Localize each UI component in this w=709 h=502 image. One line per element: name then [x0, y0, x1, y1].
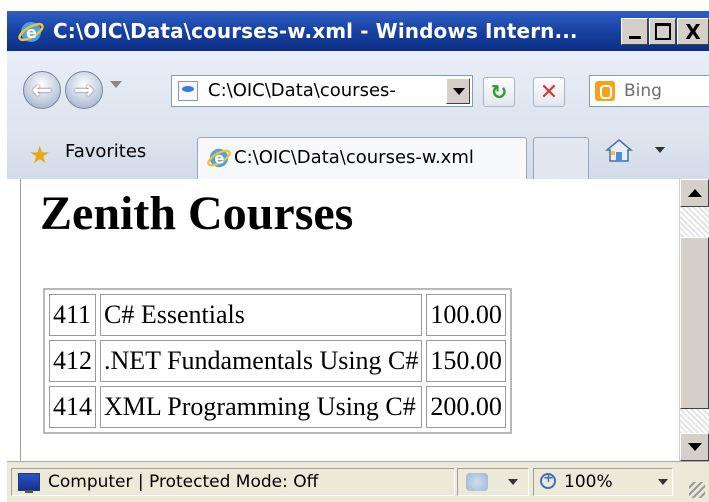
- zoom-icon: [540, 471, 556, 489]
- favorites-star-icon[interactable]: ★: [29, 141, 51, 169]
- minimize-button[interactable]: [621, 18, 648, 45]
- tab-courses[interactable]: e C:\OIC\Data\courses-w.xml: [197, 137, 527, 179]
- page-title: Zenith Courses: [40, 187, 354, 240]
- maximize-icon: [654, 23, 671, 40]
- zoom-control[interactable]: 100%: [533, 468, 673, 496]
- recent-pages-dropdown-icon[interactable]: [110, 81, 122, 88]
- navigation-bar: ← → C:\OIC\Data\courses- ↻ ✕ Bing: [7, 51, 709, 127]
- course-price: 150.00: [426, 340, 506, 382]
- course-price: 200.00: [426, 386, 506, 428]
- scroll-down-button[interactable]: [680, 433, 709, 461]
- table-row: 411 C# Essentials 100.00: [49, 294, 506, 336]
- zone-status-pane: Computer | Protected Mode: Off: [11, 468, 455, 496]
- table-row: 412 .NET Fundamentals Using C# 150.00: [49, 340, 506, 382]
- courses-table: 411 C# Essentials 100.00 412 .NET Fundam…: [43, 288, 512, 434]
- refresh-icon: ↻: [490, 80, 508, 104]
- minimize-icon: [628, 36, 641, 39]
- zoom-dropdown-icon[interactable]: [658, 479, 668, 485]
- search-box[interactable]: Bing: [589, 75, 709, 107]
- back-button[interactable]: ←: [23, 71, 61, 109]
- address-input[interactable]: C:\OIC\Data\courses-: [208, 80, 440, 101]
- ie-window: e C:\OIC\Data\courses-w.xml - Windows In…: [0, 0, 709, 502]
- tab-label: C:\OIC\Data\courses-w.xml: [234, 147, 474, 168]
- close-icon: X: [685, 19, 701, 44]
- course-price: 100.00: [426, 294, 506, 336]
- forward-button[interactable]: →: [65, 71, 103, 109]
- svg-text:e: e: [214, 151, 224, 168]
- scroll-thumb[interactable]: [680, 237, 709, 409]
- zone-status-text: Computer | Protected Mode: Off: [48, 472, 319, 492]
- page-icon: [178, 81, 198, 101]
- home-dropdown-icon[interactable]: [655, 147, 665, 153]
- address-dropdown-button[interactable]: [446, 78, 470, 104]
- new-tab-button[interactable]: [533, 137, 589, 179]
- home-icon[interactable]: [605, 137, 633, 163]
- favorites-bar: ★ Favorites e C:\OIC\Data\courses-w.xml: [7, 127, 709, 179]
- security-zone-icon: [466, 473, 488, 491]
- title-bar[interactable]: e C:\OIC\Data\courses-w.xml - Windows In…: [7, 11, 709, 51]
- window-title: C:\OIC\Data\courses-w.xml - Windows Inte…: [53, 19, 578, 43]
- course-name: XML Programming Using C#: [100, 386, 423, 428]
- address-bar[interactable]: C:\OIC\Data\courses-: [171, 75, 473, 107]
- computer-icon: [18, 473, 40, 493]
- scroll-up-button[interactable]: [680, 179, 709, 207]
- vertical-scrollbar[interactable]: [679, 179, 709, 461]
- refresh-button[interactable]: ↻: [483, 77, 515, 107]
- page-content: Zenith Courses 411 C# Essentials 100.00 …: [20, 179, 679, 461]
- status-bar: Computer | Protected Mode: Off 100%: [7, 461, 709, 502]
- stop-icon: ✕: [539, 79, 559, 105]
- svg-text:e: e: [26, 23, 37, 42]
- zone-dropdown-icon[interactable]: [508, 479, 518, 485]
- course-id: 412: [49, 340, 96, 382]
- course-name: C# Essentials: [100, 294, 423, 336]
- zoom-level: 100%: [564, 472, 613, 492]
- close-button[interactable]: X: [677, 18, 709, 45]
- security-zone-button[interactable]: [457, 468, 529, 496]
- forward-arrow-icon: →: [73, 76, 95, 104]
- stop-button[interactable]: ✕: [533, 77, 565, 107]
- course-id: 414: [49, 386, 96, 428]
- course-id: 411: [49, 294, 96, 336]
- internet-explorer-icon: e: [207, 148, 231, 168]
- maximize-button[interactable]: [649, 18, 676, 45]
- favorites-button[interactable]: Favorites: [65, 141, 146, 162]
- back-arrow-icon: ←: [31, 76, 53, 104]
- course-name: .NET Fundamentals Using C#: [100, 340, 423, 382]
- bing-icon: [595, 81, 615, 101]
- table-row: 414 XML Programming Using C# 200.00: [49, 386, 506, 428]
- internet-explorer-icon: e: [18, 22, 44, 42]
- resize-grip-icon[interactable]: [689, 482, 705, 498]
- search-input[interactable]: Bing: [624, 81, 662, 101]
